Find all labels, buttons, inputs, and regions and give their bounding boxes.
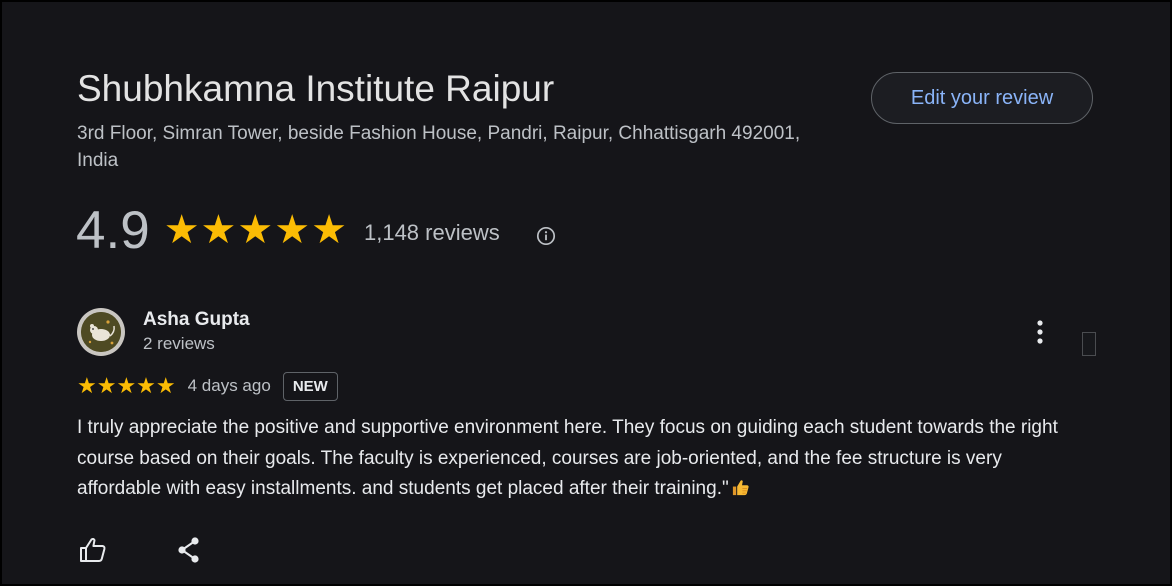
review-count-link[interactable]: 1,148 reviews — [364, 220, 500, 246]
place-reviews-panel: Shubhkamna Institute Raipur 3rd Floor, S… — [2, 2, 1170, 584]
more-vert-icon[interactable] — [1028, 318, 1052, 348]
share-icon[interactable] — [174, 535, 204, 565]
edit-review-button[interactable]: Edit your review — [871, 72, 1093, 124]
info-icon[interactable] — [536, 226, 556, 246]
thumbs-up-emoji-icon — [731, 477, 750, 496]
review-rating-row: ★★★★★ 4 days ago NEW — [77, 370, 338, 402]
place-title: Shubhkamna Institute Raipur — [77, 68, 555, 109]
avatar-image — [81, 312, 121, 352]
new-badge: NEW — [282, 371, 338, 401]
reviewer-review-count: 2 reviews — [143, 334, 215, 353]
review-body: I truly appreciate the positive and supp… — [77, 413, 1077, 505]
review-time: 4 days ago — [187, 376, 271, 395]
place-address: 3rd Floor, Simran Tower, beside Fashion … — [77, 123, 801, 171]
rating-value: 4.9 — [76, 200, 150, 260]
scrollbar-thumb[interactable] — [1082, 332, 1096, 356]
reviewer-avatar[interactable] — [77, 308, 125, 356]
rating-summary: 4.9 ★★★★★ 1,148 reviews — [76, 198, 500, 262]
thumb-up-icon[interactable] — [78, 535, 108, 565]
review-stars: ★★★★★ — [77, 373, 176, 398]
rating-stars: ★★★★★ — [163, 208, 348, 252]
reviewer-name[interactable]: Asha Gupta — [143, 309, 250, 331]
review-text: I truly appreciate the positive and supp… — [77, 417, 1058, 499]
